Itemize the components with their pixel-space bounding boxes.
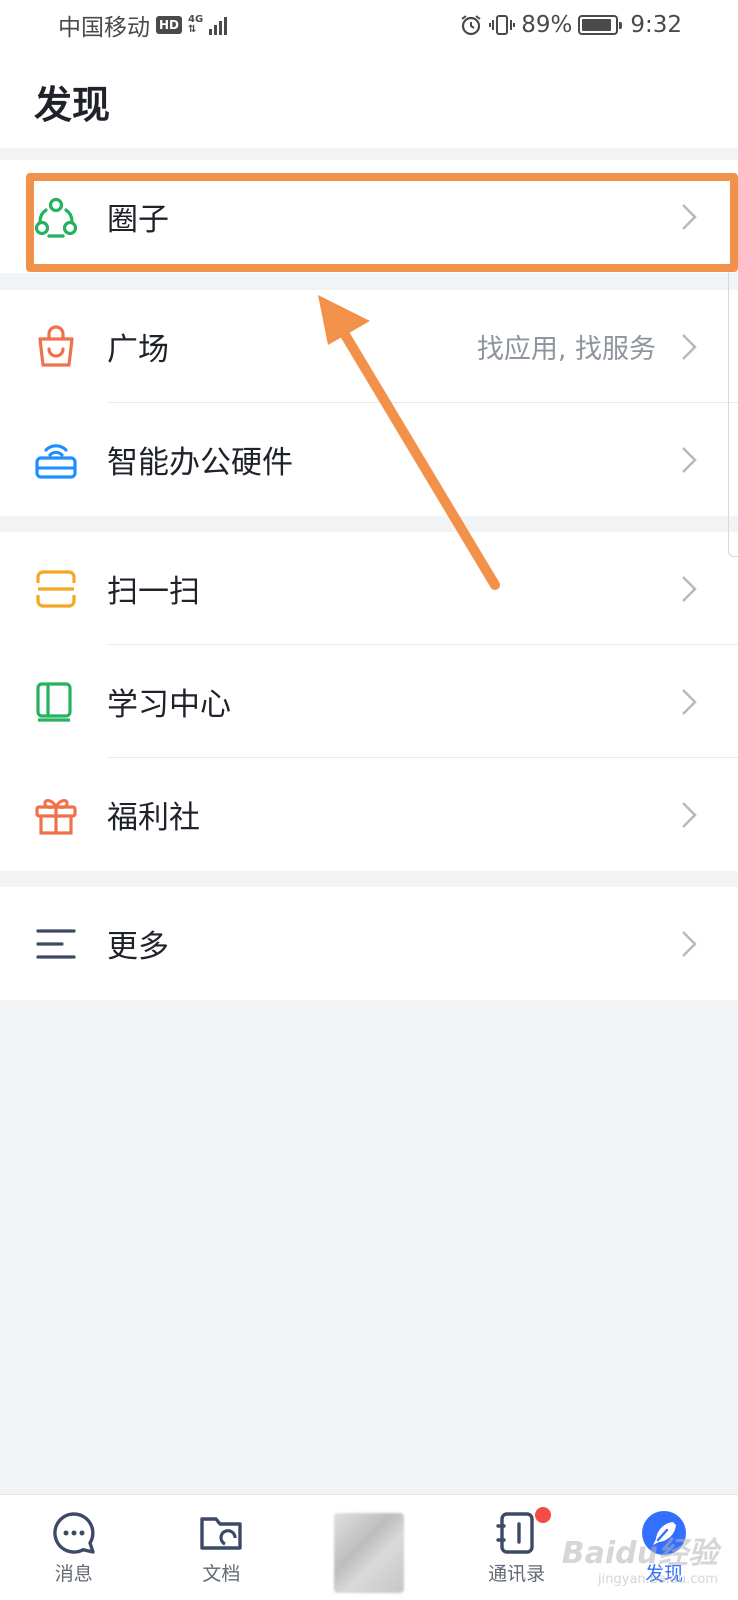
circle-group-icon — [34, 195, 78, 239]
row-square[interactable]: 广场 找应用, 找服务 — [0, 290, 738, 403]
menu-lines-icon — [34, 922, 78, 966]
status-left: 中国移动 HD 4G ⇅ — [58, 8, 228, 42]
row-label: 福利社 — [107, 800, 200, 836]
status-bar: 中国移动 HD 4G ⇅ 89% 9:32 — [0, 0, 738, 50]
page-title: 发现 — [34, 83, 111, 127]
battery-percent: 89% — [521, 12, 573, 38]
scan-icon — [34, 567, 78, 611]
tab-label: 发现 — [645, 1563, 684, 1585]
group-tools: 扫一扫 学习中心 福利社 — [0, 532, 738, 871]
signal-icon — [209, 15, 228, 35]
tab-discover[interactable]: 发现 — [590, 1495, 738, 1600]
shopping-bag-icon — [34, 324, 78, 369]
chevron-right-icon — [680, 929, 698, 959]
tab-label: 文档 — [202, 1563, 241, 1585]
status-right: 89% 9:32 — [459, 12, 682, 38]
chat-icon — [50, 1509, 98, 1557]
battery-icon — [578, 15, 623, 35]
blurred-avatar — [333, 1513, 404, 1593]
book-icon — [34, 680, 78, 724]
carrier-name: 中国移动 — [58, 15, 150, 41]
row-learning-center[interactable]: 学习中心 — [0, 645, 738, 758]
router-device-icon — [34, 438, 78, 482]
chevron-right-icon — [680, 687, 698, 717]
page-header: 发现 — [0, 50, 738, 148]
tab-label: 通讯录 — [488, 1563, 546, 1585]
row-label: 扫一扫 — [107, 574, 200, 610]
notification-badge — [534, 1507, 551, 1523]
chevron-right-icon — [680, 202, 698, 232]
tab-label: 消息 — [54, 1563, 93, 1585]
alarm-icon — [461, 15, 481, 36]
group-circles: 圈子 — [0, 160, 738, 273]
tab-docs[interactable]: 文档 — [148, 1495, 296, 1600]
row-circles[interactable]: 圈子 — [0, 160, 738, 273]
row-more[interactable]: 更多 — [0, 887, 738, 1000]
chevron-right-icon — [680, 574, 698, 604]
contacts-icon — [493, 1509, 541, 1557]
gift-icon — [34, 793, 78, 837]
clock: 9:32 — [630, 12, 682, 38]
network-type: 4G ⇅ — [188, 14, 204, 35]
row-label: 学习中心 — [107, 687, 231, 723]
row-welfare[interactable]: 福利社 — [0, 758, 738, 871]
row-smart-hardware[interactable]: 智能办公硬件 — [0, 403, 738, 516]
discover-icon — [640, 1509, 688, 1557]
row-label: 广场 — [107, 332, 169, 368]
scroll-edge — [728, 272, 738, 557]
group-square: 广场 找应用, 找服务 智能办公硬件 — [0, 290, 738, 516]
tab-messages[interactable]: 消息 — [0, 1495, 148, 1600]
group-more: 更多 — [0, 887, 738, 1000]
hd-badge: HD — [156, 16, 183, 34]
chevron-right-icon — [680, 800, 698, 830]
tab-contacts[interactable]: 通讯录 — [443, 1495, 591, 1600]
row-label: 智能办公硬件 — [107, 445, 293, 481]
row-scan[interactable]: 扫一扫 — [0, 532, 738, 645]
row-hint: 找应用, 找服务 — [476, 334, 656, 365]
bottom-tab-bar: 消息 文档 通讯录 发现 — [0, 1494, 738, 1600]
row-label: 圈子 — [107, 202, 169, 238]
row-label: 更多 — [107, 929, 169, 965]
tab-center[interactable] — [295, 1495, 443, 1600]
folder-icon — [197, 1509, 245, 1557]
chevron-right-icon — [680, 445, 698, 475]
chevron-right-icon — [680, 332, 698, 362]
vibrate-icon — [489, 15, 516, 35]
